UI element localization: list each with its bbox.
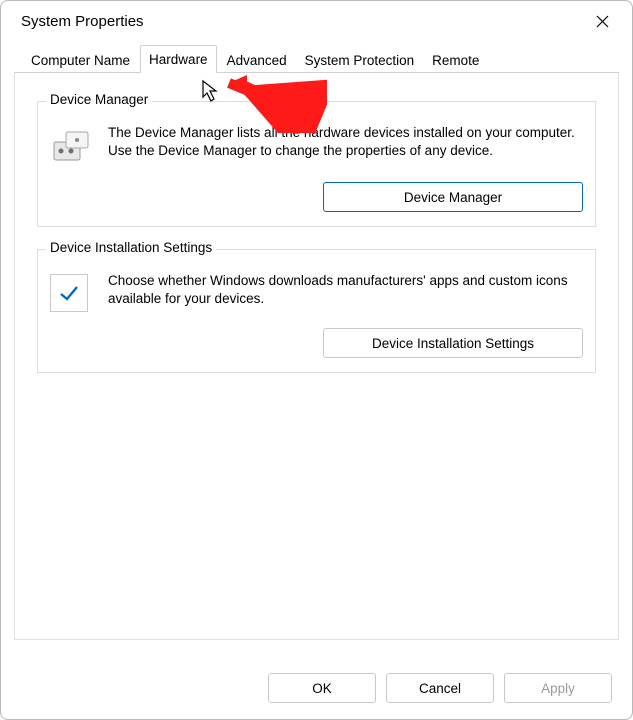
tab-hardware[interactable]: Hardware — [140, 45, 217, 73]
device-manager-group: Device Manager The Device Manager lists … — [37, 101, 596, 227]
ok-button[interactable]: OK — [268, 673, 376, 703]
checkmark-icon — [50, 274, 88, 312]
system-properties-window: System Properties Computer Name Hardware… — [0, 0, 633, 720]
content-panel: Device Manager The Device Manager lists … — [14, 72, 619, 640]
apply-button: Apply — [504, 673, 612, 703]
tabs-row: Computer Name Hardware Advanced System P… — [1, 43, 632, 73]
dialog-footer: OK Cancel Apply — [268, 673, 612, 703]
tab-computer-name[interactable]: Computer Name — [23, 47, 138, 73]
window-title: System Properties — [21, 13, 144, 30]
device-manager-description: The Device Manager lists all the hardwar… — [108, 124, 583, 160]
close-button[interactable] — [584, 7, 620, 35]
titlebar: System Properties — [1, 1, 632, 43]
device-manager-icon — [50, 126, 94, 166]
device-install-group: Device Installation Settings Choose whet… — [37, 249, 596, 373]
device-manager-button[interactable]: Device Manager — [323, 182, 583, 212]
cancel-button[interactable]: Cancel — [386, 673, 494, 703]
device-manager-group-title: Device Manager — [46, 92, 152, 107]
device-install-group-title: Device Installation Settings — [46, 240, 216, 255]
close-icon — [596, 15, 609, 28]
tab-remote[interactable]: Remote — [424, 47, 487, 73]
device-install-description: Choose whether Windows downloads manufac… — [108, 272, 583, 308]
tab-advanced[interactable]: Advanced — [219, 47, 295, 73]
tab-system-protection[interactable]: System Protection — [297, 47, 423, 73]
device-install-settings-button[interactable]: Device Installation Settings — [323, 328, 583, 358]
